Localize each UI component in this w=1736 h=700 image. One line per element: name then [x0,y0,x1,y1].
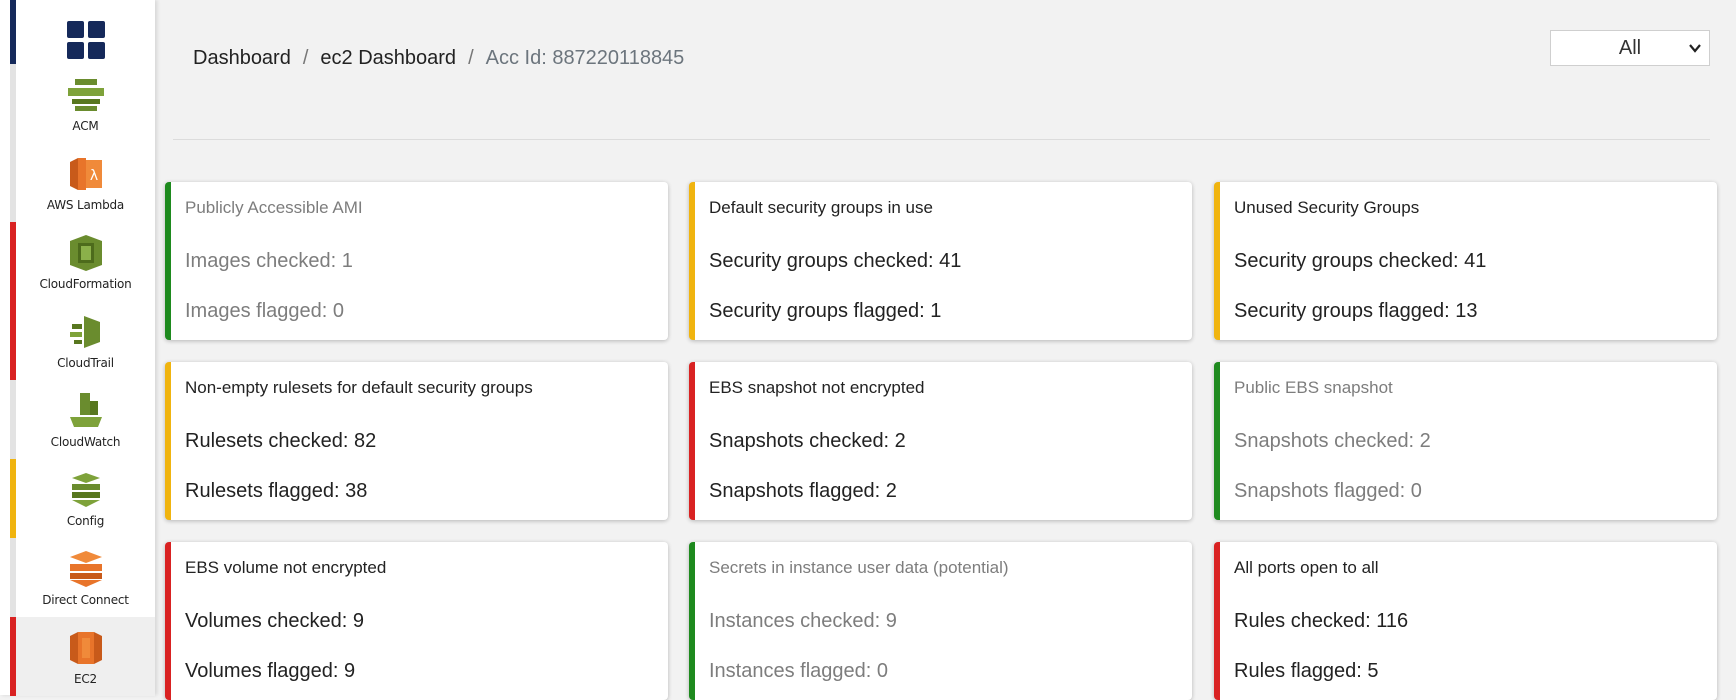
sidebar-item-label: EC2 [74,671,97,686]
card-title: EBS volume not encrypted [185,558,387,577]
card-checked-count: Volumes checked: 9 [185,610,364,632]
card-flagged-count: Instances flagged: 0 [709,660,889,682]
check-card-ebs-snapshot-unencrypted[interactable]: EBS snapshot not encrypted Snapshots che… [689,362,1192,520]
card-checked-count: Snapshots checked: 2 [1234,430,1431,452]
sidebar-item-label: Direct Connect [42,592,129,607]
sidebar-item-cloudformation[interactable]: CloudFormation [10,222,155,301]
card-checked-count: Instances checked: 9 [709,610,897,632]
card-title: Publicly Accessible AMI [185,198,363,217]
card-flagged-count: Security groups flagged: 1 [709,300,942,322]
aws-lambda-icon: λ [69,157,102,190]
check-card-nonempty-rulesets[interactable]: Non-empty rulesets for default security … [165,362,668,520]
check-card-public-ami[interactable]: Publicly Accessible AMI Images checked: … [165,182,668,340]
card-checked-count: Snapshots checked: 2 [709,430,906,452]
service-sidebar: ACM λ AWS Lambda CloudFormation CloudTra… [0,0,155,696]
svg-text:λ: λ [89,168,97,184]
card-checked-count: Rules checked: 116 [1234,610,1409,632]
breadcrumb-dashboard-link[interactable]: Dashboard [193,47,291,70]
sidebar-item-acm[interactable]: ACM [10,64,155,143]
chevron-down-icon [1689,44,1701,53]
breadcrumb-ec2-dashboard-link[interactable]: ec2 Dashboard [320,47,456,70]
card-flagged-count: Volumes flagged: 9 [185,660,356,682]
card-flagged-count: Rulesets flagged: 38 [185,480,368,502]
check-card-all-ports-open[interactable]: All ports open to all Rules checked: 116… [1214,542,1717,700]
card-title: Unused Security Groups [1234,198,1420,217]
card-title: All ports open to all [1234,558,1379,577]
filter-select[interactable]: All [1550,30,1710,66]
check-card-public-ebs-snapshot[interactable]: Public EBS snapshot Snapshots checked: 2… [1214,362,1717,520]
header-divider [173,139,1710,140]
card-title: Default security groups in use [709,198,933,217]
card-flagged-count: Images flagged: 0 [185,300,344,322]
card-title: EBS snapshot not encrypted [709,378,925,397]
sidebar-item-cloudwatch[interactable]: CloudWatch [10,380,155,459]
card-checked-count: Security groups checked: 41 [709,250,962,272]
check-card-ebs-volume-unencrypted[interactable]: EBS volume not encrypted Volumes checked… [165,542,668,700]
sidebar-item-label: CloudFormation [39,276,132,291]
sidebar-item-label: CloudTrail [57,355,114,370]
sidebar-item-aws-lambda[interactable]: λ AWS Lambda [10,143,155,222]
breadcrumb-separator: / [302,47,309,69]
card-flagged-count: Rules flagged: 5 [1234,660,1379,682]
sidebar-item-ec2[interactable]: EC2 [10,617,155,696]
check-card-secrets-user-data[interactable]: Secrets in instance user data (potential… [689,542,1192,700]
sidebar-item-cloudtrail[interactable]: CloudTrail [10,301,155,380]
ec2-icon [69,631,102,664]
acm-icon [67,78,104,111]
sidebar-item-label: ACM [72,118,99,133]
cloudformation-icon [69,234,102,271]
card-checked-count: Rulesets checked: 82 [185,430,377,452]
check-card-default-sg-in-use[interactable]: Default security groups in use Security … [689,182,1192,340]
breadcrumb-account-id: Acc Id: 887220118845 [485,47,685,69]
sidebar-item-label: AWS Lambda [46,197,125,212]
sidebar-item-config[interactable]: Config [10,459,155,538]
dashboard-grid-icon [66,20,105,59]
direct-connect-icon [69,550,102,587]
sidebar-item-label: Config [66,513,105,528]
card-checked-count: Images checked: 1 [185,250,353,272]
filter-select-value: All [1618,36,1642,59]
check-card-unused-sg[interactable]: Unused Security Groups Security groups c… [1214,182,1717,340]
breadcrumb-separator: / [468,47,474,69]
card-flagged-count: Security groups flagged: 13 [1234,300,1478,322]
breadcrumb: Dashboard / ec2 Dashboard / Acc Id: 8872… [193,47,684,70]
config-icon [71,472,100,507]
card-title: Secrets in instance user data (potential… [709,558,1009,577]
cloudwatch-icon [69,392,102,427]
card-title: Non-empty rulesets for default security … [185,378,533,397]
sidebar-item-direct-connect[interactable]: Direct Connect [10,538,155,617]
card-flagged-count: Snapshots flagged: 2 [709,480,897,502]
card-checked-count: Security groups checked: 41 [1234,250,1487,272]
card-flagged-count: Snapshots flagged: 0 [1234,480,1422,502]
sidebar-item-label: CloudWatch [50,434,121,449]
card-title: Public EBS snapshot [1234,378,1393,397]
cloudtrail-icon [69,315,100,348]
